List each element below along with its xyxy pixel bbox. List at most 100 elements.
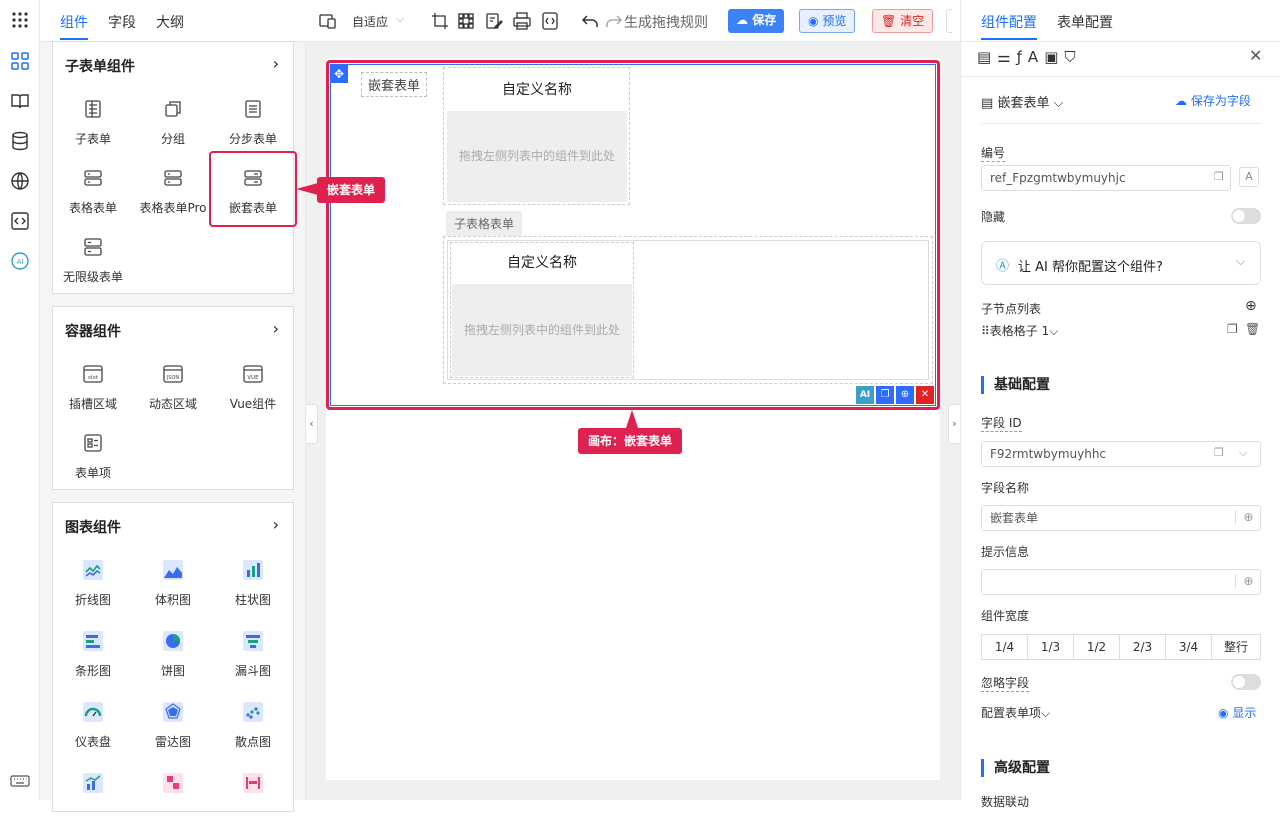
drag-handle-icon[interactable]: ✥: [330, 65, 348, 83]
hidden-toggle[interactable]: [1231, 208, 1261, 224]
clear-button[interactable]: 🗑 清空: [872, 9, 934, 33]
close-icon[interactable]: ✕: [1249, 46, 1262, 65]
width-option[interactable]: 1/4: [981, 634, 1028, 660]
collapse-left-icon[interactable]: ‹: [306, 404, 318, 444]
drop-zone-1[interactable]: 拖拽左侧列表中的组件到此处: [447, 111, 627, 202]
chevron-down-icon[interactable]: ⌵: [1239, 446, 1247, 460]
qrcode-icon[interactable]: [456, 11, 476, 31]
copy-icon[interactable]: ❐: [876, 386, 894, 404]
ai-assist-button[interactable]: AI: [856, 386, 874, 404]
sliders-icon[interactable]: ⚌: [997, 48, 1016, 66]
tip-input[interactable]: [981, 569, 1261, 595]
comp-chart-more-3[interactable]: [213, 766, 293, 830]
more-button-edge[interactable]: [946, 9, 952, 33]
tab-components[interactable]: 组件: [60, 12, 88, 32]
database-icon[interactable]: [10, 131, 30, 151]
globe-icon[interactable]: ⊕: [1235, 574, 1261, 588]
comp-line-chart[interactable]: 折线图: [53, 553, 133, 617]
device-icon[interactable]: [318, 11, 338, 31]
tab-component-config[interactable]: 组件配置: [981, 12, 1037, 32]
comp-label: 子表单: [74, 132, 111, 146]
comp-step-form[interactable]: 分步表单: [213, 92, 293, 156]
ignore-field-toggle[interactable]: [1231, 674, 1261, 690]
book-icon[interactable]: [10, 91, 30, 111]
comp-funnel-chart[interactable]: 漏斗图: [213, 624, 293, 688]
width-option[interactable]: 1/3: [1027, 634, 1074, 660]
delete-child-icon[interactable]: 🗑: [1245, 322, 1260, 336]
svg-text:AI: AI: [17, 258, 24, 266]
comp-group[interactable]: 分组: [133, 92, 213, 156]
shield-icon[interactable]: ⛉: [1064, 48, 1081, 66]
component-type-select[interactable]: ▤ 嵌套表单 ⌵: [981, 92, 1063, 111]
comp-form-item[interactable]: 表单项: [53, 426, 133, 490]
comp-chart-more-1[interactable]: [53, 766, 133, 830]
chevron-right-icon[interactable]: ›: [273, 319, 279, 338]
comp-nested-form[interactable]: 嵌套表单: [209, 151, 297, 227]
comp-vue[interactable]: VUE Vue组件: [213, 357, 293, 421]
save-as-field-button[interactable]: ☁ 保存为字段: [1175, 92, 1251, 109]
delete-icon[interactable]: ✕: [916, 386, 934, 404]
event-icon[interactable]: ▣: [1044, 48, 1064, 66]
comp-area-chart[interactable]: 体积图: [133, 553, 213, 617]
comp-pie-chart[interactable]: 饼图: [133, 624, 213, 688]
comp-chart-more-2[interactable]: [133, 766, 213, 830]
add-icon[interactable]: ⊕: [896, 386, 914, 404]
comp-dynamic[interactable]: JSON 动态区域: [133, 357, 213, 421]
copy-child-icon[interactable]: ❐: [1227, 322, 1238, 336]
copy-icon[interactable]: ❐: [1214, 170, 1224, 183]
function-icon[interactable]: ƒ: [1017, 48, 1028, 66]
tab-outline[interactable]: 大纲: [156, 12, 184, 32]
width-option[interactable]: 2/3: [1119, 634, 1166, 660]
add-child-icon[interactable]: ⊕: [1245, 298, 1257, 314]
preview-button[interactable]: ◉ 预览: [799, 9, 856, 33]
apps-grid-icon[interactable]: [10, 10, 30, 30]
comp-label: Vue组件: [229, 397, 277, 411]
id-input[interactable]: ref_Fpzgmtwbymuyhjc: [981, 165, 1231, 191]
copy-icon[interactable]: ❐: [1214, 446, 1224, 459]
layout-mode-select[interactable]: 自适应: [352, 13, 388, 30]
width-option[interactable]: 整行: [1211, 634, 1261, 660]
comp-scatter-chart[interactable]: 散点图: [213, 695, 293, 759]
field-name-input[interactable]: 嵌套表单: [981, 505, 1261, 531]
comp-subform[interactable]: 子表单: [53, 92, 133, 156]
save-button[interactable]: ☁ 保存: [728, 9, 785, 33]
comp-infinite-form[interactable]: 无限级表单: [53, 230, 133, 294]
tab-form-config[interactable]: 表单配置: [1057, 12, 1113, 32]
width-option[interactable]: 3/4: [1165, 634, 1212, 660]
ai-icon[interactable]: AI: [10, 251, 30, 271]
child-item[interactable]: ⠿表格格子 1⌵: [981, 322, 1058, 339]
comp-bar-chart[interactable]: 柱状图: [213, 553, 293, 617]
comp-table-form-pro[interactable]: 表格表单Pro: [133, 161, 213, 225]
text-mode-icon[interactable]: A: [1239, 167, 1259, 187]
components-icon[interactable]: [10, 51, 30, 71]
tab-fields[interactable]: 字段: [108, 12, 136, 32]
comp-table-form[interactable]: 表格表单: [53, 161, 133, 225]
collapse-right-icon[interactable]: ›: [948, 404, 960, 444]
config-form-item-select[interactable]: 配置表单项⌵: [981, 704, 1050, 721]
drop-zone-2[interactable]: 拖拽左侧列表中的组件到此处: [452, 284, 632, 376]
comp-gauge-chart[interactable]: 仪表盘: [53, 695, 133, 759]
text-style-icon[interactable]: A: [1028, 48, 1044, 66]
redo-icon[interactable]: [604, 11, 624, 31]
chevron-right-icon[interactable]: ›: [273, 515, 279, 534]
code-icon[interactable]: [10, 211, 30, 231]
comp-hbar-chart[interactable]: 条形图: [53, 624, 133, 688]
comp-radar-chart[interactable]: 雷达图: [133, 695, 213, 759]
globe-icon[interactable]: ⊕: [1235, 510, 1261, 524]
json-file-icon[interactable]: [540, 11, 560, 31]
chevron-down-icon[interactable]: ⌵: [396, 12, 404, 26]
chevron-right-icon[interactable]: ›: [273, 54, 279, 73]
print-icon[interactable]: [512, 11, 532, 31]
width-option[interactable]: 1/2: [1073, 634, 1120, 660]
show-button[interactable]: ◉ 显示: [1218, 704, 1256, 721]
ai-config-box[interactable]: Ⓐ 让 AI 帮你配置这个组件? ⌵: [981, 241, 1261, 285]
active-tab-underline: [60, 38, 88, 40]
keyboard-icon[interactable]: [10, 771, 30, 791]
globe-icon[interactable]: [10, 171, 30, 191]
comp-slot[interactable]: slot 插槽区域: [53, 357, 133, 421]
form-settings-icon[interactable]: ▤: [977, 48, 997, 66]
generate-rule-button[interactable]: 生成拖拽规则: [624, 12, 708, 32]
undo-icon[interactable]: [580, 11, 600, 31]
edit-icon[interactable]: [484, 11, 504, 31]
crop-icon[interactable]: [430, 11, 450, 31]
